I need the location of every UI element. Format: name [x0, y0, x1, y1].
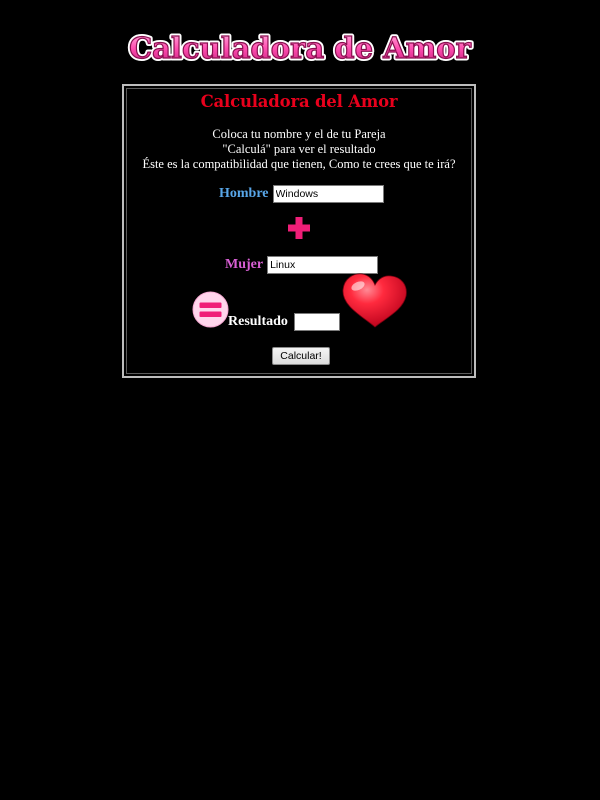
instruction-line: "Calculá" para ver el resultado	[222, 142, 376, 156]
resultado-output[interactable]	[293, 313, 340, 331]
hombre-label: Hombre	[219, 186, 269, 201]
hombre-input[interactable]	[272, 185, 384, 203]
calculator-panel: Calculadora del Amor Coloca tu nombre y …	[122, 84, 476, 378]
banner-logo: Calculadora de Amor Calculadora de Amor	[127, 29, 475, 68]
plus-icon	[288, 217, 310, 239]
banner-text-fill: Calculadora de Amor	[129, 31, 472, 65]
equals-icon	[192, 291, 229, 328]
site-banner: Calculadora de Amor Calculadora de Amor	[0, 22, 600, 76]
instructions: Coloca tu nombre y el de tu Pareja "Calc…	[124, 127, 474, 172]
resultado-label: Resultado	[228, 314, 288, 329]
instruction-line: Éste es la compatibilidad que tienen, Co…	[142, 157, 456, 171]
panel-title: Calculadora del Amor	[200, 92, 398, 111]
resultado-row: Resultado	[228, 313, 340, 331]
heart-icon	[342, 273, 407, 328]
instruction-line: Coloca tu nombre y el de tu Pareja	[212, 127, 386, 141]
hombre-row: Hombre	[219, 185, 384, 203]
mujer-label: Mujer	[225, 257, 264, 272]
calcular-button[interactable]: Calcular!	[272, 347, 330, 365]
